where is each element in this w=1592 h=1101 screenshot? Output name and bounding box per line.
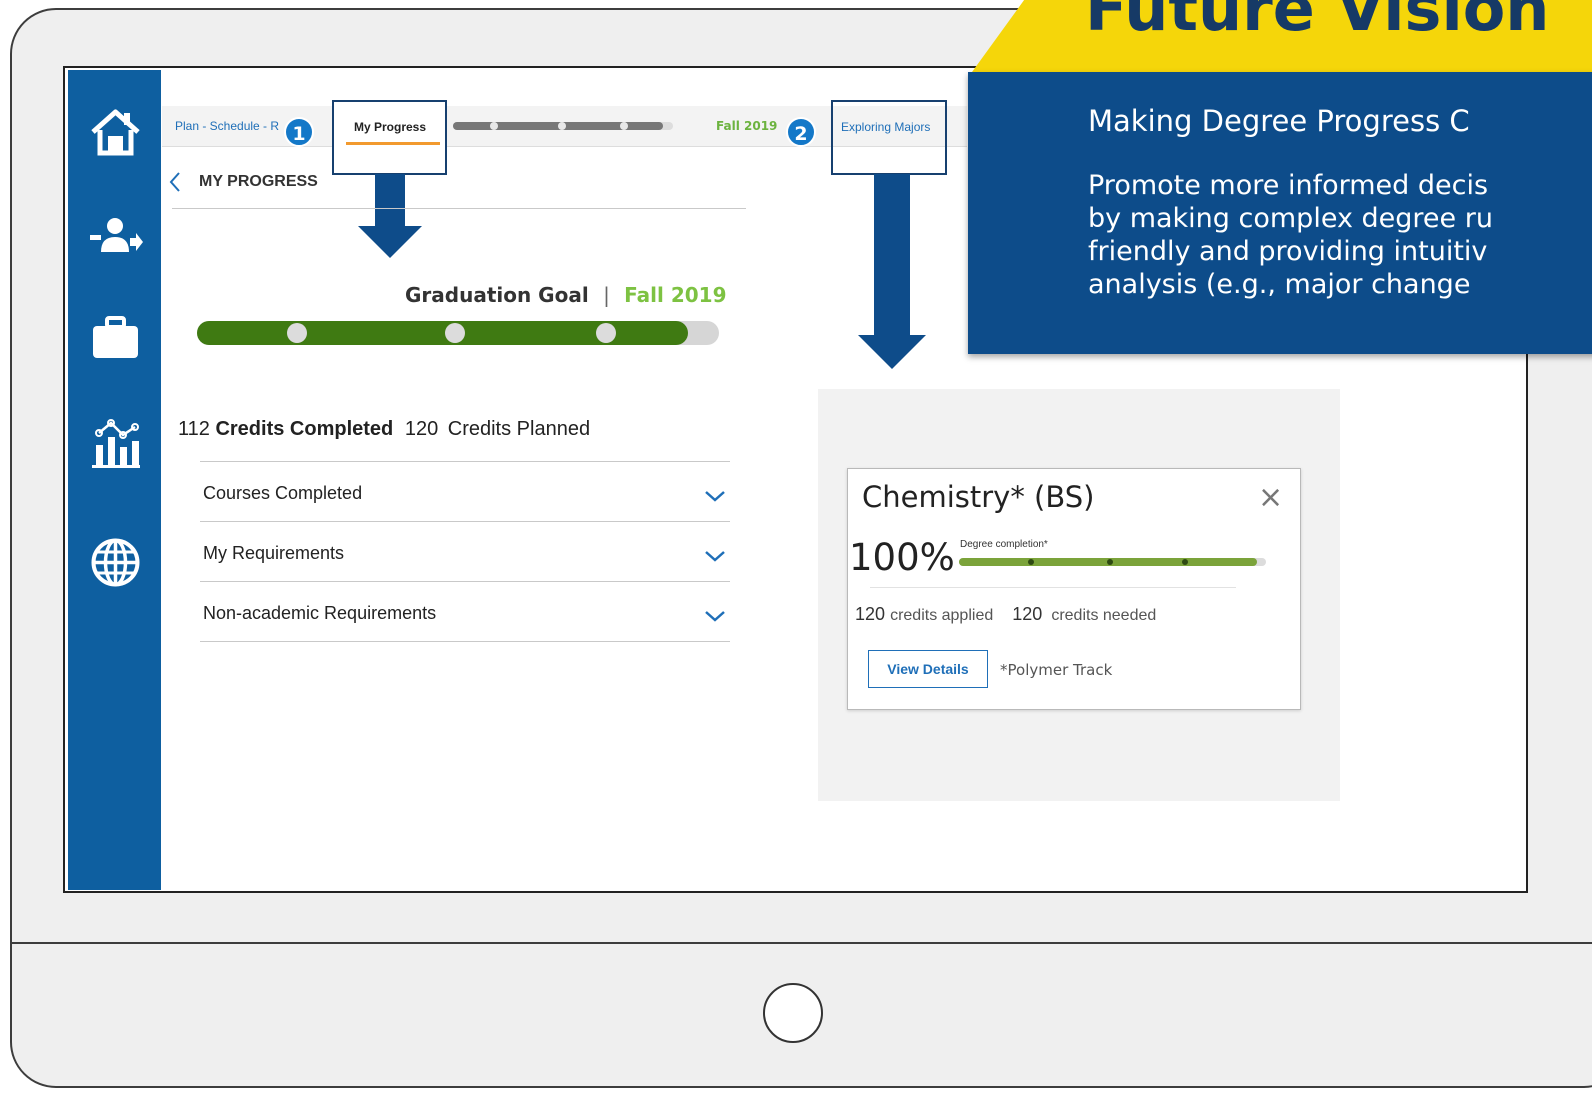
credits-applied-label: credits applied bbox=[890, 607, 994, 624]
completion-label: Degree completion* bbox=[960, 539, 1048, 550]
graduation-goal-row: Graduation Goal | Fall 2019 bbox=[405, 283, 727, 307]
credits-completed-value: 112 bbox=[178, 418, 210, 440]
major-title: Chemistry* (BS) bbox=[862, 480, 1095, 514]
briefcase-icon[interactable] bbox=[88, 310, 143, 365]
banner-line: Promote more informed decis bbox=[1088, 170, 1489, 201]
arrow-head-1 bbox=[358, 226, 422, 258]
degree-completion-bar bbox=[959, 558, 1266, 566]
banner-line: analysis (e.g., major change bbox=[1088, 269, 1471, 300]
globe-icon[interactable] bbox=[88, 535, 143, 590]
banner-line: friendly and providing intuitiv bbox=[1088, 236, 1488, 267]
close-icon[interactable]: × bbox=[1258, 480, 1283, 515]
credits-planned-value: 120 bbox=[404, 418, 439, 440]
banner-heading: Making Degree Progress C bbox=[1088, 104, 1470, 138]
chevron-down-icon[interactable] bbox=[704, 550, 726, 562]
accordion-divider bbox=[200, 641, 730, 642]
tab-my-progress[interactable]: My Progress bbox=[354, 120, 426, 134]
goal-separator: | bbox=[603, 283, 610, 307]
view-details-button[interactable]: View Details bbox=[868, 650, 988, 688]
tab-exploring-majors[interactable]: Exploring Majors bbox=[841, 120, 930, 134]
graduation-goal-term: Fall 2019 bbox=[624, 283, 727, 307]
banner-title: Future Vision bbox=[1085, 0, 1550, 45]
back-chevron-icon[interactable] bbox=[168, 171, 182, 193]
credits-needed-value: 120 bbox=[1012, 604, 1043, 624]
accordion-my-requirements[interactable]: My Requirements bbox=[200, 522, 730, 580]
credits-needed-label: credits needed bbox=[1051, 607, 1157, 624]
banner-line: by making complex degree ru bbox=[1088, 203, 1493, 234]
tablet-home-button[interactable] bbox=[763, 983, 823, 1043]
tab-active-underline bbox=[346, 142, 440, 145]
card-divider bbox=[870, 587, 1236, 588]
step-badge-1: 1 bbox=[284, 117, 314, 147]
page-title: MY PROGRESS bbox=[199, 173, 318, 190]
nav-progress-bar bbox=[453, 122, 673, 130]
title-divider bbox=[172, 208, 746, 209]
credits-planned-label: Credits Planned bbox=[447, 418, 591, 440]
arrow-down-1 bbox=[375, 174, 405, 229]
arrow-down-2 bbox=[874, 174, 910, 338]
accordion-label: My Requirements bbox=[203, 543, 345, 563]
accordion-label: Courses Completed bbox=[203, 483, 363, 503]
analytics-icon[interactable] bbox=[88, 415, 143, 470]
accordion-label: Non-academic Requirements bbox=[203, 603, 437, 623]
graduation-goal-label: Graduation Goal bbox=[405, 283, 589, 307]
tablet-divider bbox=[10, 942, 1592, 944]
transfer-user-icon[interactable] bbox=[88, 212, 143, 267]
chevron-down-icon[interactable] bbox=[704, 490, 726, 502]
track-note: *Polymer Track bbox=[1000, 661, 1113, 679]
nav-term: Fall 2019 bbox=[716, 119, 778, 133]
graduation-progress-bar bbox=[197, 321, 719, 345]
callout-box-exploring-majors bbox=[831, 100, 947, 175]
completion-percent: 100% bbox=[849, 536, 955, 579]
accordion-non-academic-requirements[interactable]: Non-academic Requirements bbox=[200, 582, 730, 640]
home-icon[interactable] bbox=[88, 105, 143, 160]
credits-applied-value: 120 bbox=[855, 604, 886, 624]
credits-summary: 112 Credits Completed 120 Credits Planne… bbox=[178, 418, 590, 441]
credits-completed-label: Credits Completed bbox=[215, 418, 394, 440]
breadcrumb[interactable]: Plan - Schedule - R bbox=[175, 119, 279, 133]
accordion-courses-completed[interactable]: Courses Completed bbox=[200, 462, 730, 520]
step-badge-2: 2 bbox=[786, 117, 816, 147]
callout-box-my-progress bbox=[332, 100, 447, 175]
sidebar bbox=[68, 70, 161, 890]
chevron-down-icon[interactable] bbox=[704, 610, 726, 622]
credits-row: 120 credits applied 120 credits needed bbox=[855, 604, 1156, 625]
arrow-head-2 bbox=[858, 335, 926, 369]
